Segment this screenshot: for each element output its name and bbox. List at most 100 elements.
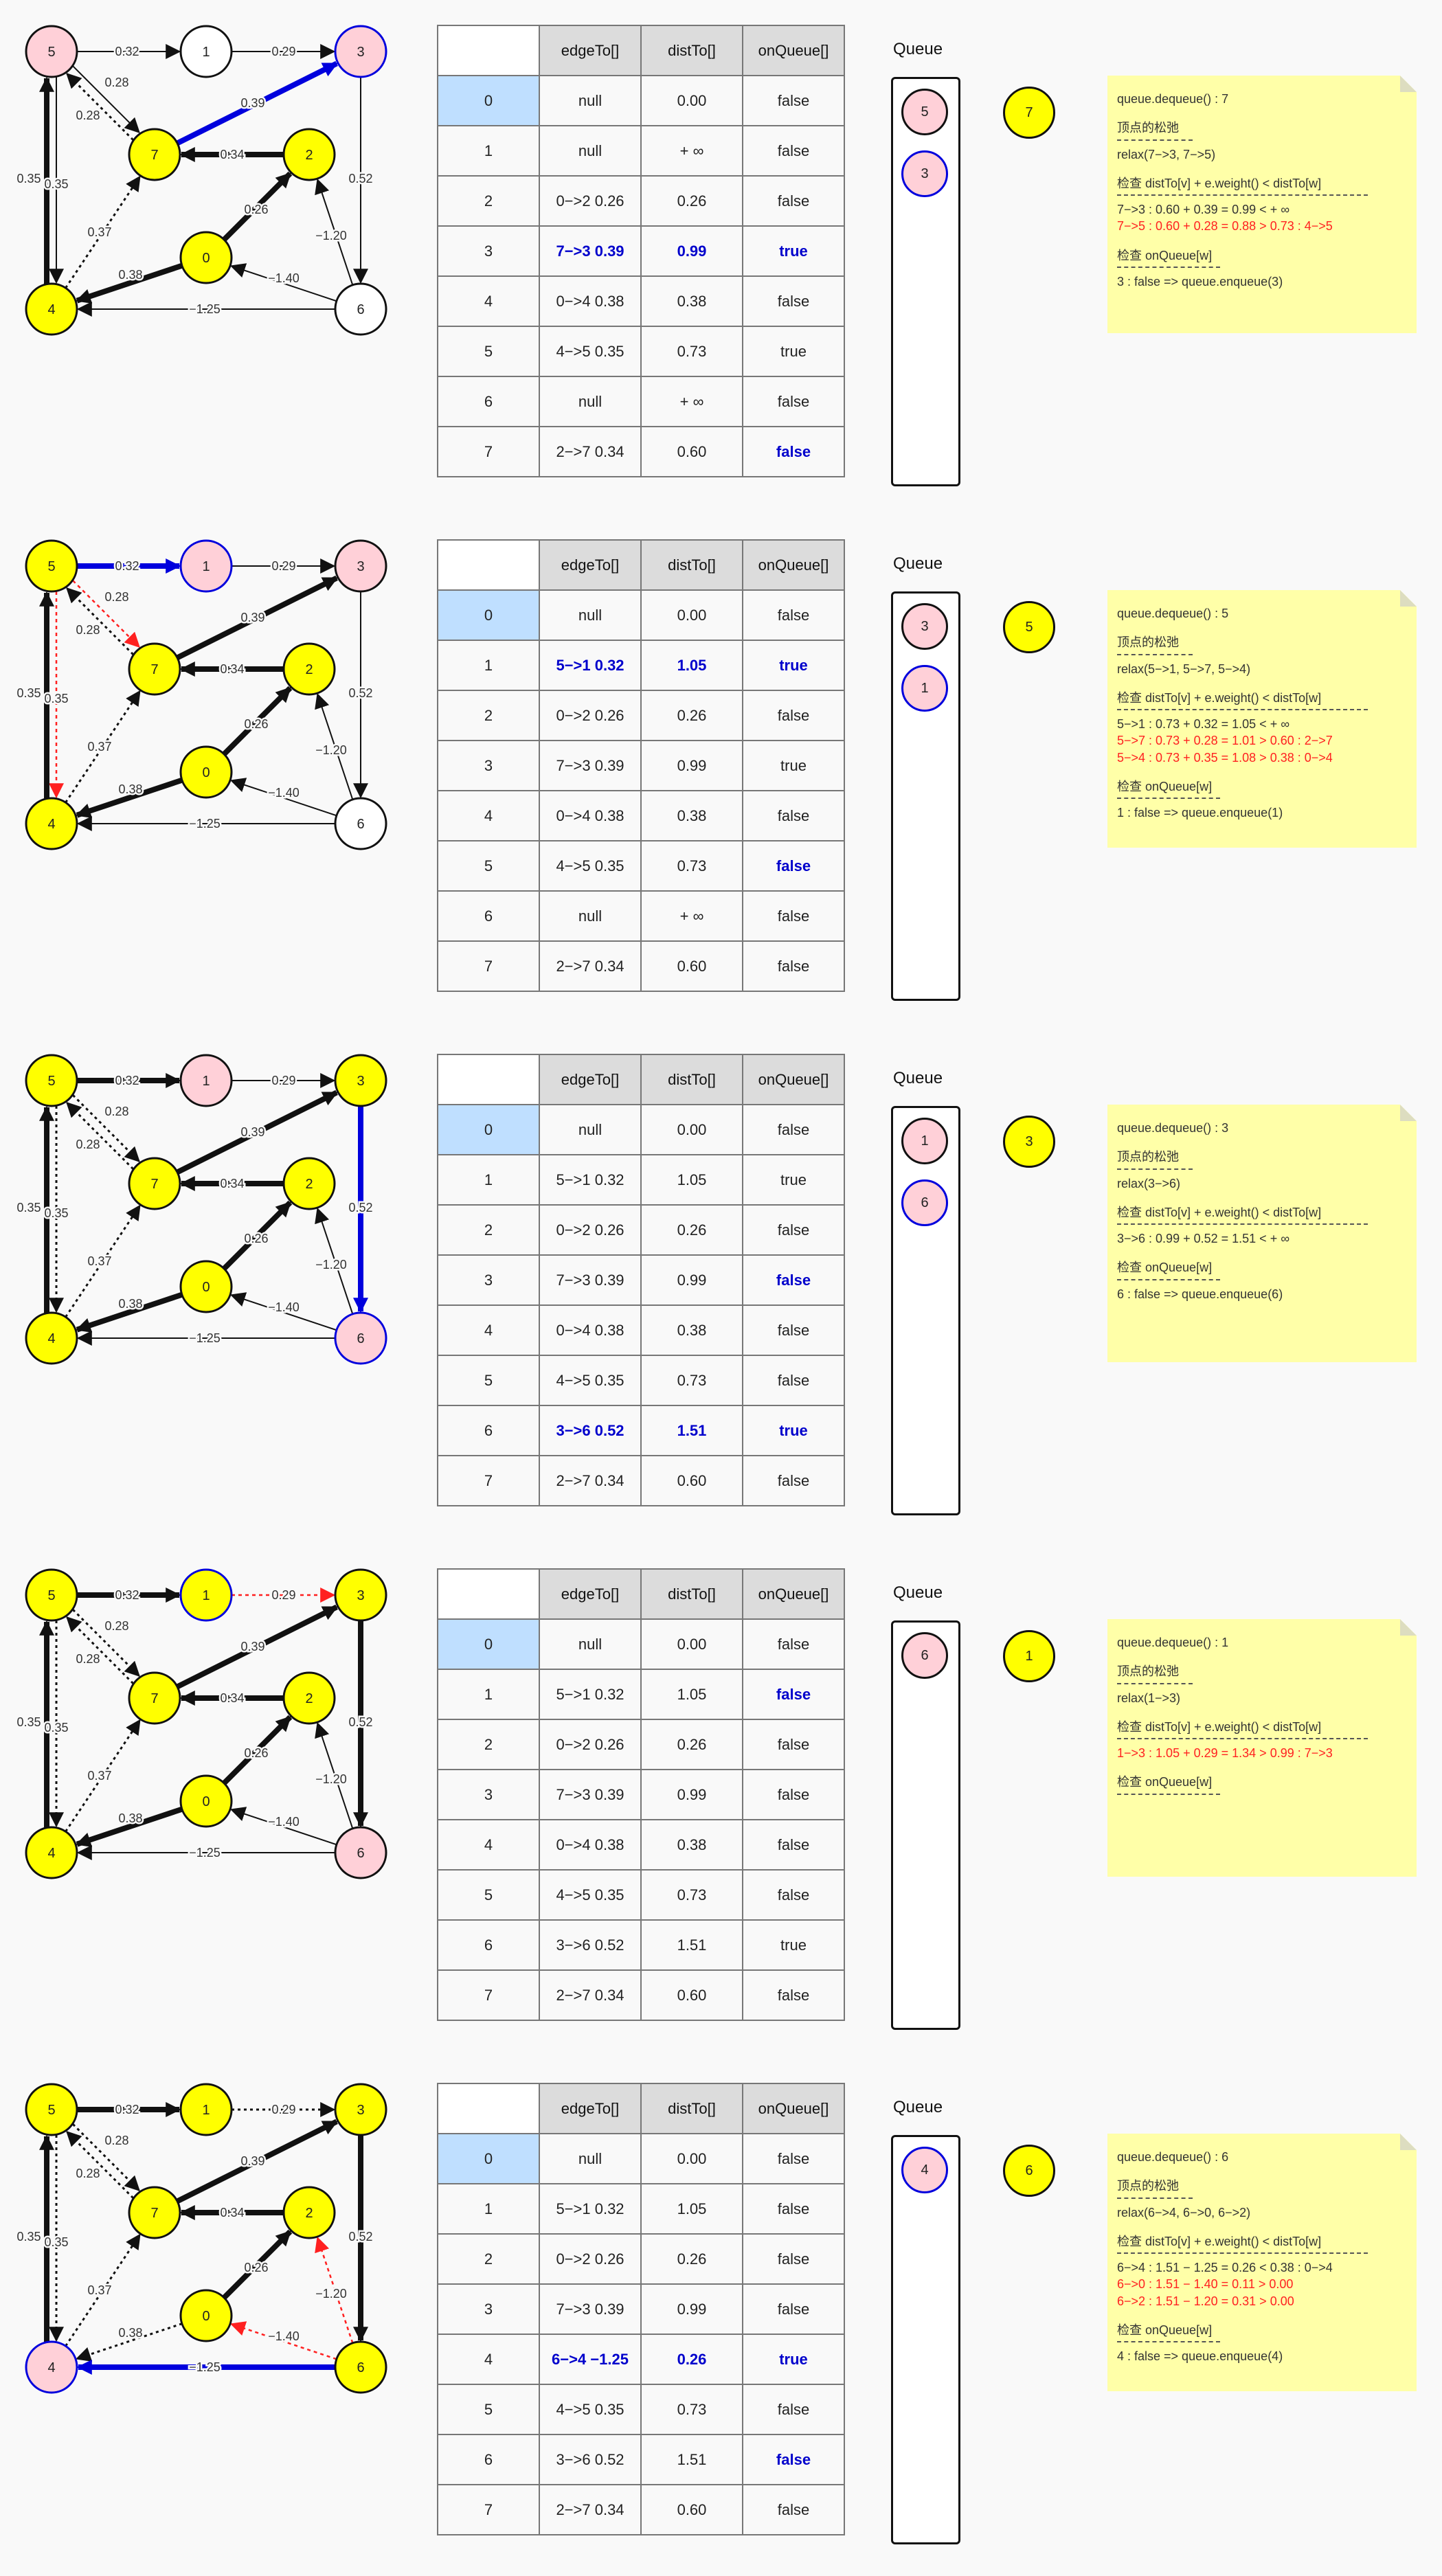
column-header: distTo[]: [640, 1054, 743, 1105]
vertex-cell: 7: [437, 1455, 540, 1506]
vertex-cell: 2: [437, 690, 540, 741]
table-row: 3 7−>3 0.39 0.99 true: [437, 225, 845, 277]
vertex-cell: 3: [437, 225, 540, 277]
edge-weight-label: 0.39: [240, 1125, 264, 1139]
svg-text:6: 6: [357, 1331, 364, 1346]
vertex-0: 0: [179, 2289, 233, 2342]
vertex-cell: 7: [437, 940, 540, 992]
vertex-5: 5: [25, 2083, 78, 2136]
vertex-cell: 0: [437, 589, 540, 641]
svg-text:4: 4: [47, 1846, 55, 1861]
edge-weight-label: 0.28: [76, 1138, 100, 1151]
vertex-1: 1: [179, 539, 233, 593]
edge-to-cell: 0−>4 0.38: [539, 1304, 642, 1356]
note-separator: [1117, 795, 1407, 802]
on-queue-cell: false: [742, 890, 845, 942]
edge-weight-label: −1.25: [189, 1331, 221, 1345]
note-separator: [1117, 1680, 1407, 1687]
check-line: 7−>3 : 0.60 + 0.39 = 0.99 < + ∞: [1117, 203, 1290, 217]
edge-weight-label: 0.37: [87, 740, 111, 754]
note-separator: [1117, 2250, 1407, 2257]
onqueue-title: 检查 onQueue[w]: [1117, 248, 1213, 262]
vertex-cell: 5: [437, 840, 540, 892]
column-header: edgeTo[]: [539, 539, 642, 591]
edge-weight-label: 0.26: [244, 1232, 268, 1245]
edge-to-cell: null: [539, 589, 642, 641]
queue-label: Queue: [893, 40, 943, 58]
vertex-0: 0: [179, 1260, 233, 1313]
edge-weight-label: −1.25: [189, 817, 221, 831]
vertex-7: 7: [128, 1671, 181, 1725]
edge-weight-label: 0.29: [271, 2103, 295, 2116]
dist-to-cell: 0.60: [640, 426, 743, 477]
on-queue-cell: true: [742, 1405, 845, 1456]
dist-to-cell: 0.00: [640, 1618, 743, 1670]
dist-to-cell: 0.60: [640, 1455, 743, 1506]
table-row: 6 null + ∞ false: [437, 890, 845, 942]
edge-weight-label: −1.25: [189, 1846, 221, 1860]
table-corner: [437, 2083, 540, 2134]
vertex-3: 3: [334, 25, 387, 78]
edge-weight-label: 0.52: [348, 1201, 372, 1214]
svg-text:2: 2: [305, 662, 313, 677]
queue-item: 1: [901, 1118, 948, 1164]
table-row: 0 null 0.00 false: [437, 1618, 845, 1670]
note-separator: [1117, 2195, 1407, 2202]
edge-weight-label: 0.28: [76, 109, 100, 122]
edge-to-cell: 4−>5 0.35: [539, 1869, 642, 1921]
svg-text:0: 0: [202, 251, 210, 266]
edge-weight-label: 0.28: [104, 76, 128, 89]
relax-title: 顶点的松弛: [1117, 1150, 1179, 1164]
graph-diagram: 0.32 0.29 0.39 0.28 0.28 0.35 0.35 0.34 0.52 0.37…: [15, 2083, 387, 2394]
edge-to-cell: 0−>2 0.26: [539, 2233, 642, 2285]
queue-label: Queue: [893, 2098, 943, 2116]
edge-to-cell: 7−>3 0.39: [539, 740, 642, 791]
note-separator: [1117, 1276, 1407, 1283]
dist-to-cell: 0.26: [640, 2233, 743, 2285]
edge-to-cell: 3−>6 0.52: [539, 2434, 642, 2485]
edge-weight-label: 0.38: [118, 1811, 142, 1825]
svg-text:4: 4: [47, 302, 55, 317]
on-queue-cell: false: [742, 2133, 845, 2184]
edge-to-cell: null: [539, 1618, 642, 1670]
explanation-note: queue.dequeue() : 6 顶点的松弛 relax(6−>4, 6−>0…: [1107, 2134, 1417, 2391]
edge-weight-label: 0.29: [271, 1588, 295, 1602]
dist-to-cell: + ∞: [640, 376, 743, 427]
svg-text:3: 3: [357, 1588, 364, 1603]
edge-weight-label: 0.32: [115, 2103, 139, 2116]
on-queue-cell: true: [742, 1919, 845, 1971]
state-table: edgeTo[] distTo[] onQueue[] 0 null 0.00 false 1…: [437, 1054, 845, 1506]
vertex-cell: 2: [437, 175, 540, 227]
edge-weight-label: 0.52: [348, 1715, 372, 1729]
edge-weight-label: 0.28: [104, 590, 128, 604]
on-queue-cell: false: [742, 790, 845, 841]
check-line: 7−>5 : 0.60 + 0.28 = 0.88 > 0.73 : 4−>5: [1117, 219, 1333, 234]
vertex-4: 4: [25, 282, 78, 336]
vertex-cell: 3: [437, 2283, 540, 2335]
dequeue-line: queue.dequeue() : 1: [1117, 1636, 1229, 1649]
table-row: 7 2−>7 0.34 0.60 false: [437, 2484, 845, 2535]
vertex-1: 1: [179, 1568, 233, 1622]
edge-weight-label: 0.39: [240, 1640, 264, 1653]
edge-to-cell: 2−>7 0.34: [539, 426, 642, 477]
edge-weight-label: 0.28: [76, 1652, 100, 1666]
on-queue-cell: false: [742, 125, 845, 177]
dist-to-cell: 0.26: [640, 175, 743, 227]
table-row: 1 5−>1 0.32 1.05 false: [437, 2183, 845, 2235]
edge-weight-label: 0.52: [348, 172, 372, 185]
check-title: 检查 distTo[v] + e.weight() < distTo[w]: [1117, 1719, 1322, 1734]
relax-line: relax(7−>3, 7−>5): [1117, 147, 1216, 161]
column-header: distTo[]: [640, 1568, 743, 1620]
edge-weight-label: 0.28: [104, 2134, 128, 2147]
relax-title: 顶点的松弛: [1117, 2179, 1179, 2193]
dist-to-cell: 0.38: [640, 1304, 743, 1356]
edge-weight-label: 0.26: [244, 1746, 268, 1760]
vertex-cell: 4: [437, 275, 540, 327]
vertex-5: 5: [25, 25, 78, 78]
edge-weight-label: −1.40: [268, 1300, 300, 1314]
table-row: 1 5−>1 0.32 1.05 false: [437, 1669, 845, 1720]
table-row: 5 4−>5 0.35 0.73 true: [437, 326, 845, 377]
table-row: 4 0−>4 0.38 0.38 false: [437, 790, 845, 841]
table-row: 3 7−>3 0.39 0.99 false: [437, 1769, 845, 1820]
note-fold-corner: [1400, 76, 1417, 92]
